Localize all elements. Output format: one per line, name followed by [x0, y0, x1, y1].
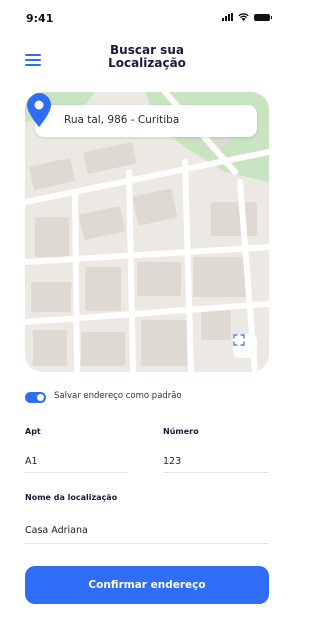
status-time: 9:41	[26, 12, 54, 25]
wifi-icon	[238, 13, 249, 21]
map[interactable]: Rua tal, 986 - Curitiba	[25, 92, 269, 372]
fullscreen-icon	[233, 334, 245, 346]
fullscreen-button[interactable]	[233, 334, 257, 358]
numero-input[interactable]: 123	[163, 456, 181, 467]
numero-label: Número	[163, 427, 199, 436]
map-marker-icon[interactable]	[25, 92, 53, 128]
status-bar: 9:41	[0, 0, 294, 36]
location-name-input[interactable]: Casa Adriana	[25, 525, 88, 536]
save-default-label: Salvar endereço como padrão	[54, 391, 182, 401]
confirm-address-button[interactable]: Confirmar endereço	[25, 566, 269, 604]
toggle-knob	[37, 394, 44, 401]
screen: 9:41 Buscar sua Localização Rua tal, 986…	[0, 0, 294, 636]
numero-underline	[163, 472, 269, 473]
search-box[interactable]: Rua tal, 986 - Curitiba	[35, 105, 257, 137]
search-input[interactable]: Rua tal, 986 - Curitiba	[64, 114, 179, 126]
save-default-toggle[interactable]	[25, 392, 46, 403]
status-icons	[222, 13, 272, 21]
apt-input[interactable]: A1	[25, 456, 38, 467]
apt-label: Apt	[25, 427, 41, 436]
location-name-underline	[25, 543, 269, 544]
page-title-line2: Localização	[108, 56, 186, 70]
apt-underline	[25, 472, 127, 473]
signal-icon	[222, 13, 233, 21]
page-title: Buscar sua Localização	[0, 44, 294, 70]
battery-icon	[254, 14, 272, 21]
location-name-label: Nome da localização	[25, 493, 118, 502]
